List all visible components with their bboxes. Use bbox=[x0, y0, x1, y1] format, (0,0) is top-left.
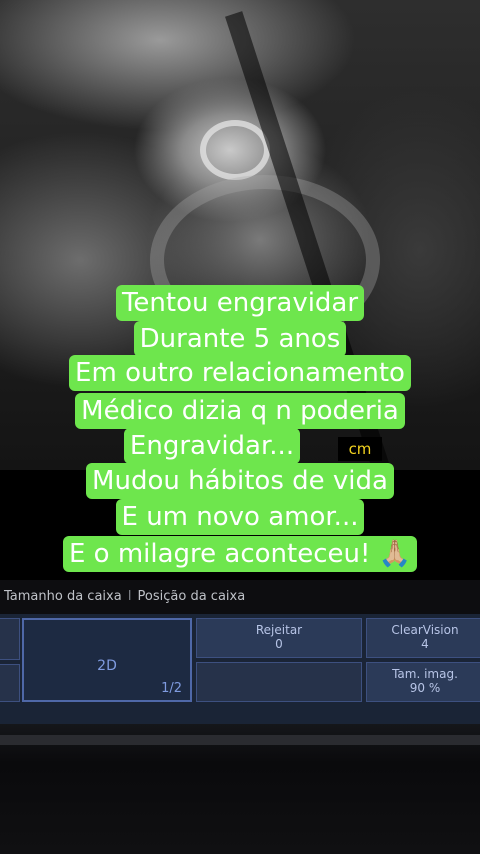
box-position-option[interactable]: Posição da caixa bbox=[138, 589, 246, 604]
empty-cell[interactable] bbox=[196, 662, 362, 702]
image-size-value: 90 % bbox=[409, 681, 441, 695]
caption-text: E o milagre aconteceu! 🙏🏼 bbox=[62, 536, 418, 572]
clearvision-value: 4 bbox=[421, 637, 429, 651]
caption-line-5: Engravidar... bbox=[0, 428, 452, 464]
caption-line-8: E o milagre aconteceu! 🙏🏼 bbox=[0, 536, 480, 572]
toolbar-separator: I bbox=[127, 589, 132, 604]
caption-text: E um novo amor... bbox=[115, 499, 365, 535]
mode-label: 2D bbox=[97, 658, 117, 674]
caption-text: Engravidar... bbox=[123, 428, 301, 464]
mode-page-indicator: 1/2 bbox=[161, 681, 182, 696]
caption-text: Em outro relacionamento bbox=[69, 355, 411, 391]
caption-text: Médico dizia q n poderia bbox=[75, 393, 405, 429]
monitor-bezel-strip bbox=[0, 735, 480, 745]
box-size-option[interactable]: Tamanho da caixa bbox=[4, 589, 122, 604]
mode-2d-button[interactable]: 2D 1/2 bbox=[22, 618, 192, 702]
left-edge-cell[interactable] bbox=[0, 618, 20, 660]
caption-line-2: Durante 5 anos bbox=[0, 321, 480, 357]
reject-label: Rejeitar bbox=[255, 623, 303, 637]
image-size-label: Tam. imag. bbox=[392, 667, 458, 681]
reject-button[interactable]: Rejeitar 0 bbox=[196, 618, 362, 658]
left-edge-cell-lower[interactable] bbox=[0, 664, 20, 702]
caption-line-3: Em outro relacionamento bbox=[0, 355, 480, 391]
control-panel: 2D 1/2 Rejeitar 0 ClearVision 4 Tam. ima… bbox=[0, 614, 480, 724]
reject-value: 0 bbox=[275, 637, 283, 651]
caption-text: Mudou hábitos de vida bbox=[86, 463, 394, 499]
caption-text: Durante 5 anos bbox=[133, 321, 347, 357]
clearvision-label: ClearVision bbox=[391, 623, 459, 637]
caption-text: Tentou engravidar bbox=[115, 285, 365, 321]
image-size-button[interactable]: Tam. imag. 90 % bbox=[366, 662, 480, 702]
caption-line-7: E um novo amor... bbox=[0, 499, 480, 535]
ultrasound-toolbar: Tamanho da caixa I Posição da caixa bbox=[0, 580, 480, 614]
caption-line-1: Tentou engravidar bbox=[0, 285, 480, 321]
clearvision-button[interactable]: ClearVision 4 bbox=[366, 618, 480, 658]
depth-unit-label: cm bbox=[338, 437, 382, 461]
caption-line-4: Médico dizia q n poderia bbox=[0, 393, 480, 429]
ultrasound-bright-spot bbox=[200, 120, 270, 180]
caption-line-6: Mudou hábitos de vida bbox=[0, 463, 480, 499]
